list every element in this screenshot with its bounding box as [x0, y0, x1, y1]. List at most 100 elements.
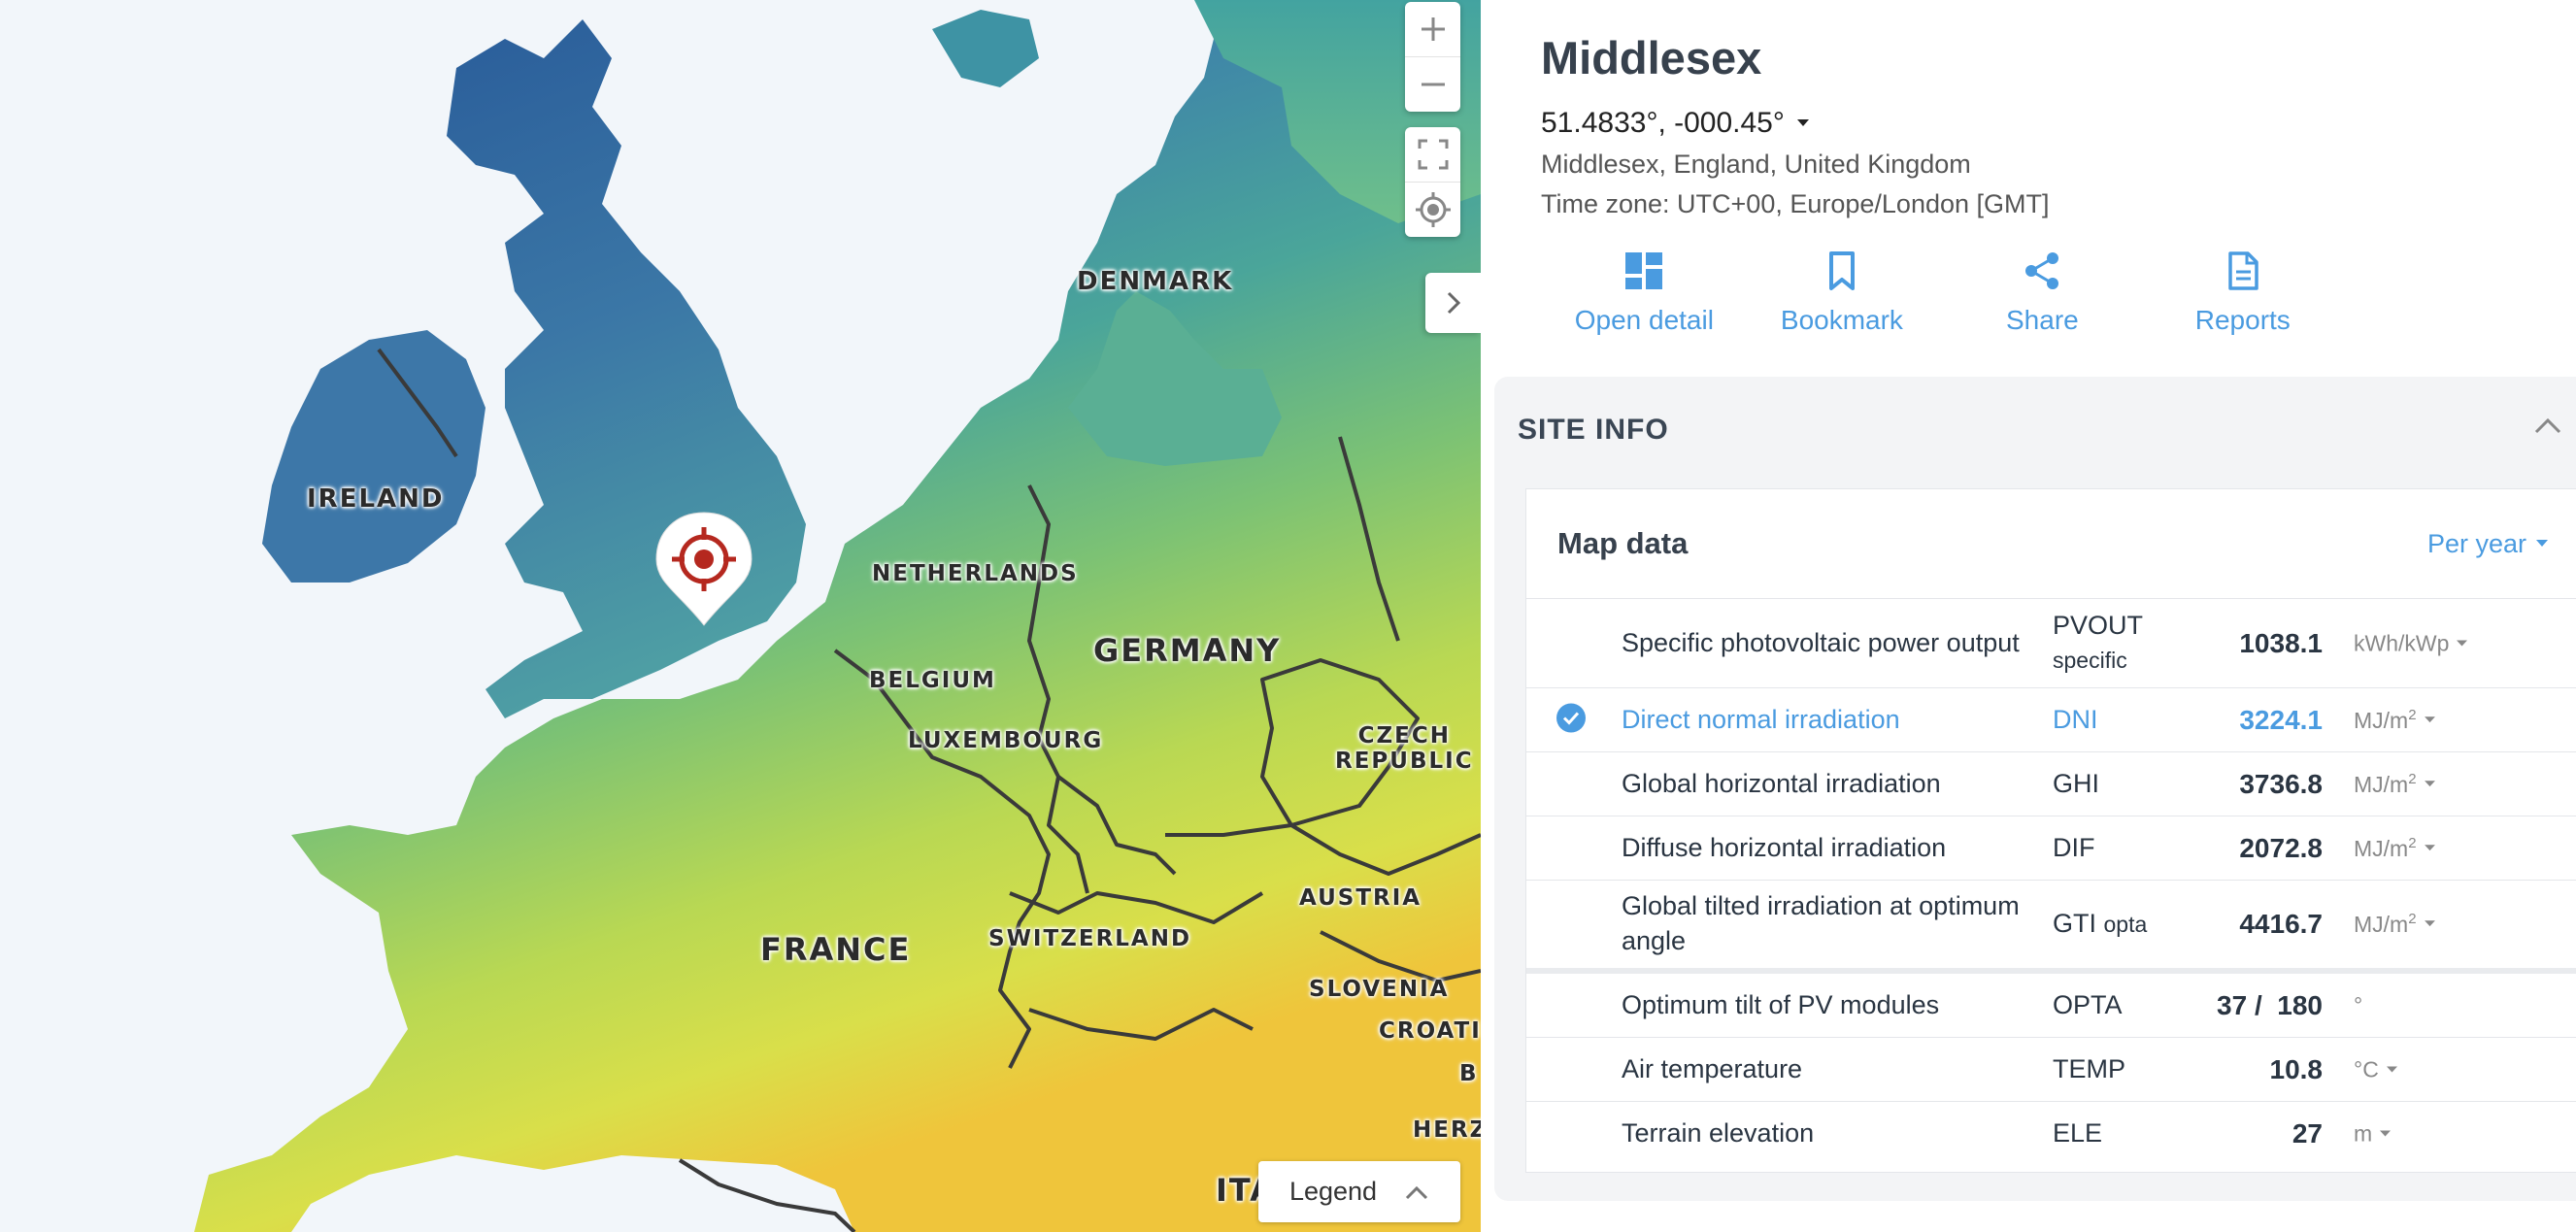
row-value: 37 / 180	[2217, 989, 2323, 1020]
row-value: 10.8	[2269, 1053, 2324, 1084]
unit-selector[interactable]: MJ/m2	[2354, 707, 2435, 734]
map-data-header: Map data Per year	[1526, 489, 2576, 599]
unit-selector[interactable]: MJ/m2	[2354, 771, 2435, 798]
reports-label: Reports	[2194, 305, 2291, 335]
row-name: Specific photovoltaic power output	[1622, 627, 2020, 657]
coordinates-selector[interactable]: 51.4833°, -000.45°	[1541, 107, 1810, 140]
label-france: FRANCE	[760, 931, 912, 968]
map-view[interactable]: DENMARK IRELAND NETHERLANDS GERMANY BELG…	[0, 0, 1481, 1232]
row-unit-sup: 2	[2408, 706, 2417, 723]
table-row[interactable]: Diffuse horizontal irradiation DIF 2072.…	[1526, 816, 2576, 881]
view-controls	[1405, 127, 1460, 237]
row-unit-sup: 2	[2408, 770, 2417, 787]
row-name: Terrain elevation	[1622, 1117, 1815, 1148]
label-belgium: BELGIUM	[869, 668, 996, 693]
row-abbr: ELE	[2053, 1117, 2103, 1148]
plus-icon	[1421, 17, 1445, 41]
caret-down-icon	[2424, 716, 2435, 722]
row-abbr: OPTA	[2053, 989, 2123, 1019]
row-unit: MJ/m	[2354, 771, 2409, 797]
share-icon	[2025, 252, 2059, 289]
label-croatia: CROATI	[1379, 1018, 1481, 1044]
site-address: Middlesex, England, United Kingdom	[1541, 150, 1971, 179]
share-button[interactable]: Share	[1942, 250, 2142, 336]
row-unit: °C	[2354, 1056, 2379, 1082]
row-unit: kWh/kWp	[2354, 630, 2450, 655]
table-row[interactable]: Optimum tilt of PV modules OPTA 37 / 180…	[1526, 974, 2576, 1038]
period-label: Per year	[2426, 528, 2526, 558]
bookmark-button[interactable]: Bookmark	[1742, 250, 1942, 336]
zoom-controls	[1405, 2, 1460, 112]
row-abbr-sub: opta	[2103, 912, 2148, 938]
open-detail-button[interactable]: Open detail	[1547, 250, 1742, 336]
table-row[interactable]: Specific photovoltaic power output PVOUT…	[1526, 599, 2576, 688]
minus-icon	[1421, 83, 1445, 86]
caret-down-icon	[2457, 640, 2468, 646]
unit-selector[interactable]: MJ/m2	[2354, 835, 2435, 862]
legend-button[interactable]: Legend	[1258, 1161, 1460, 1222]
collapse-site-info-button[interactable]	[2533, 416, 2562, 440]
caret-down-icon	[2386, 1066, 2397, 1072]
zoom-out-button[interactable]	[1405, 56, 1460, 112]
row-value: 4416.7	[2239, 909, 2323, 939]
unit-selector[interactable]: °C	[2354, 1056, 2397, 1082]
period-selector[interactable]: Per year	[2427, 529, 2548, 559]
chevron-right-icon	[1447, 291, 1460, 315]
row-unit-sup: 2	[2408, 834, 2417, 851]
row-abbr: TEMP	[2053, 1053, 2126, 1083]
label-luxembourg: LUXEMBOURG	[908, 728, 1104, 753]
target-pin-icon[interactable]	[652, 511, 755, 627]
map-data-title: Map data	[1557, 526, 1689, 560]
unit-selector[interactable]: MJ/m2	[2354, 911, 2435, 938]
caret-down-icon	[2536, 540, 2548, 547]
row-unit-sup: 2	[2408, 911, 2417, 928]
reports-button[interactable]: Reports	[2143, 250, 2343, 336]
row-value: 1038.1	[2239, 627, 2323, 658]
row-abbr-main: GTI	[2053, 909, 2096, 939]
table-row[interactable]: Global horizontal irradiation GHI 3736.8…	[1526, 752, 2576, 816]
table-row[interactable]: Terrain elevation ELE 27 m	[1526, 1102, 2576, 1165]
row-unit: °	[2354, 992, 2363, 1017]
caret-down-icon	[2424, 920, 2435, 927]
dashboard-icon	[1625, 252, 1663, 289]
share-label: Share	[2006, 305, 2079, 335]
row-abbr: GHI	[2053, 768, 2100, 798]
row-name: Global horizontal irradiation	[1622, 768, 1941, 798]
label-switzerland: SWITZERLAND	[988, 926, 1192, 951]
table-row[interactable]: Direct normal irradiation DNI 3224.1 MJ/…	[1526, 688, 2576, 752]
site-info-section: SITE INFO Map data Per year Specific pho…	[1494, 377, 2576, 1201]
row-name: Diffuse horizontal irradiation	[1622, 832, 1947, 862]
label-b: B	[1459, 1061, 1479, 1086]
table-row[interactable]: Global tilted irradiation at optimum ang…	[1526, 881, 2576, 974]
coordinates-text: 51.4833°, -000.45°	[1541, 107, 1785, 139]
map-data-card: Map data Per year Specific photovoltaic …	[1525, 488, 2576, 1173]
label-czech-line2: REPUBLIC	[1335, 749, 1474, 775]
locate-button[interactable]	[1405, 182, 1460, 237]
document-icon	[2228, 251, 2258, 290]
check-circle-icon	[1556, 702, 1587, 738]
crosshair-icon	[1415, 192, 1451, 227]
open-detail-label: Open detail	[1574, 305, 1714, 335]
label-austria: AUSTRIA	[1299, 885, 1422, 911]
row-unit: MJ/m	[2354, 835, 2409, 861]
row-unit: MJ/m	[2354, 707, 2409, 733]
row-abbr: DIF	[2053, 832, 2095, 862]
table-row[interactable]: Air temperature TEMP 10.8 °C	[1526, 1038, 2576, 1102]
unit-selector[interactable]: kWh/kWp	[2354, 630, 2468, 656]
label-denmark: DENMARK	[1077, 267, 1234, 296]
fullscreen-icon	[1418, 139, 1448, 170]
row-abbr-main: PVOUT	[2053, 610, 2144, 640]
row-name: Optimum tilt of PV modules	[1622, 989, 1940, 1019]
expand-panel-button[interactable]	[1425, 273, 1481, 333]
row-abbr-sub: specific	[2053, 648, 2127, 674]
bookmark-label: Bookmark	[1780, 305, 1903, 335]
unit-selector[interactable]: m	[2354, 1120, 2392, 1147]
label-ireland: IRELAND	[307, 484, 445, 514]
label-herz: HERZ	[1413, 1117, 1481, 1143]
fullscreen-button[interactable]	[1405, 127, 1460, 182]
site-title: Middlesex	[1541, 32, 1762, 83]
row-name: Direct normal irradiation	[1622, 704, 1900, 734]
row-value: 3224.1	[2239, 704, 2323, 735]
row-name: Air temperature	[1622, 1053, 1803, 1083]
zoom-in-button[interactable]	[1405, 2, 1460, 56]
